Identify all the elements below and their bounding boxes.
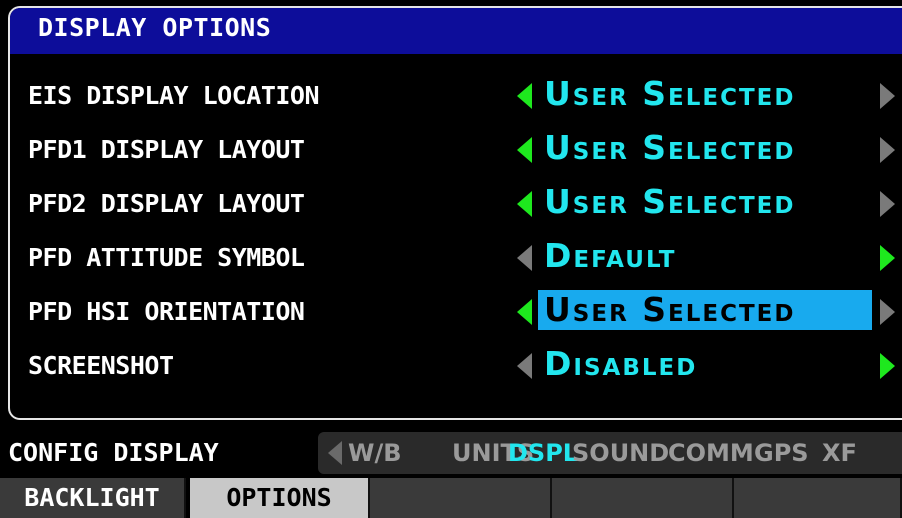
panel-title-bar: DISPLAY OPTIONS xyxy=(10,8,902,54)
option-value[interactable]: Default xyxy=(538,236,682,276)
right-arrow-icon[interactable] xyxy=(880,137,895,163)
option-label: PFD1 DISPLAY LAYOUT xyxy=(28,135,305,164)
right-arrow-icon[interactable] xyxy=(880,299,895,325)
display-options-panel: DISPLAY OPTIONS EIS DISPLAY LOCATION User… xyxy=(8,6,902,420)
left-arrow-icon[interactable] xyxy=(517,137,532,163)
left-arrow-icon[interactable] xyxy=(517,191,532,217)
right-arrow-icon[interactable] xyxy=(880,191,895,217)
option-row[interactable]: EIS DISPLAY LOCATION User Selected xyxy=(10,68,902,122)
right-arrow-icon[interactable] xyxy=(880,83,895,109)
right-arrow-icon[interactable] xyxy=(880,245,895,271)
tabs-left-arrow-icon[interactable] xyxy=(328,441,342,465)
option-label: PFD ATTITUDE SYMBOL xyxy=(28,243,305,272)
panel-title: DISPLAY OPTIONS xyxy=(38,13,272,42)
page-tab[interactable]: COMM xyxy=(668,439,754,467)
page-tabs: W/B UNITS DSPL SOUND COMM GPS XF xyxy=(318,432,902,474)
option-value[interactable]: User Selected xyxy=(538,128,802,168)
left-arrow-icon[interactable] xyxy=(517,83,532,109)
option-row[interactable]: PFD HSI ORIENTATION User Selected xyxy=(10,284,902,338)
left-arrow-icon[interactable] xyxy=(517,245,532,271)
option-label: PFD HSI ORIENTATION xyxy=(28,297,305,326)
option-row[interactable]: PFD1 DISPLAY LAYOUT User Selected xyxy=(10,122,902,176)
option-label: EIS DISPLAY LOCATION xyxy=(28,81,320,110)
option-value[interactable]: User Selected xyxy=(538,74,802,114)
page-tab[interactable]: W/B xyxy=(348,439,402,467)
left-arrow-icon[interactable] xyxy=(517,299,532,325)
option-value[interactable]: Disabled xyxy=(538,344,703,384)
option-row[interactable]: PFD2 DISPLAY LAYOUT User Selected xyxy=(10,176,902,230)
softkey[interactable] xyxy=(552,478,734,518)
option-row[interactable]: SCREENSHOT Disabled xyxy=(10,338,902,392)
softkey[interactable]: OPTIONS xyxy=(190,478,370,518)
option-label: SCREENSHOT xyxy=(28,351,174,380)
page-tab[interactable]: DSPL xyxy=(508,439,578,467)
page-bar: CONFIG DISPLAY W/B UNITS DSPL SOUND COMM GPS X… xyxy=(0,432,902,474)
softkey[interactable] xyxy=(370,478,552,518)
softkey-bar: BACKLIGHT OPTIONS xyxy=(0,478,902,518)
page-tab[interactable]: GPS xyxy=(754,439,809,467)
option-row[interactable]: PFD ATTITUDE SYMBOL Default xyxy=(10,230,902,284)
left-arrow-icon[interactable] xyxy=(517,353,532,379)
page-tab[interactable]: SOUND xyxy=(572,439,669,467)
page-tab[interactable]: XF xyxy=(822,439,857,467)
right-arrow-icon[interactable] xyxy=(880,353,895,379)
softkey[interactable]: BACKLIGHT xyxy=(0,478,186,518)
softkey[interactable] xyxy=(734,478,902,518)
option-value[interactable]: User Selected xyxy=(538,182,802,222)
page-name: CONFIG DISPLAY xyxy=(8,438,219,467)
option-label: PFD2 DISPLAY LAYOUT xyxy=(28,189,305,218)
option-value[interactable]: User Selected xyxy=(538,290,872,330)
